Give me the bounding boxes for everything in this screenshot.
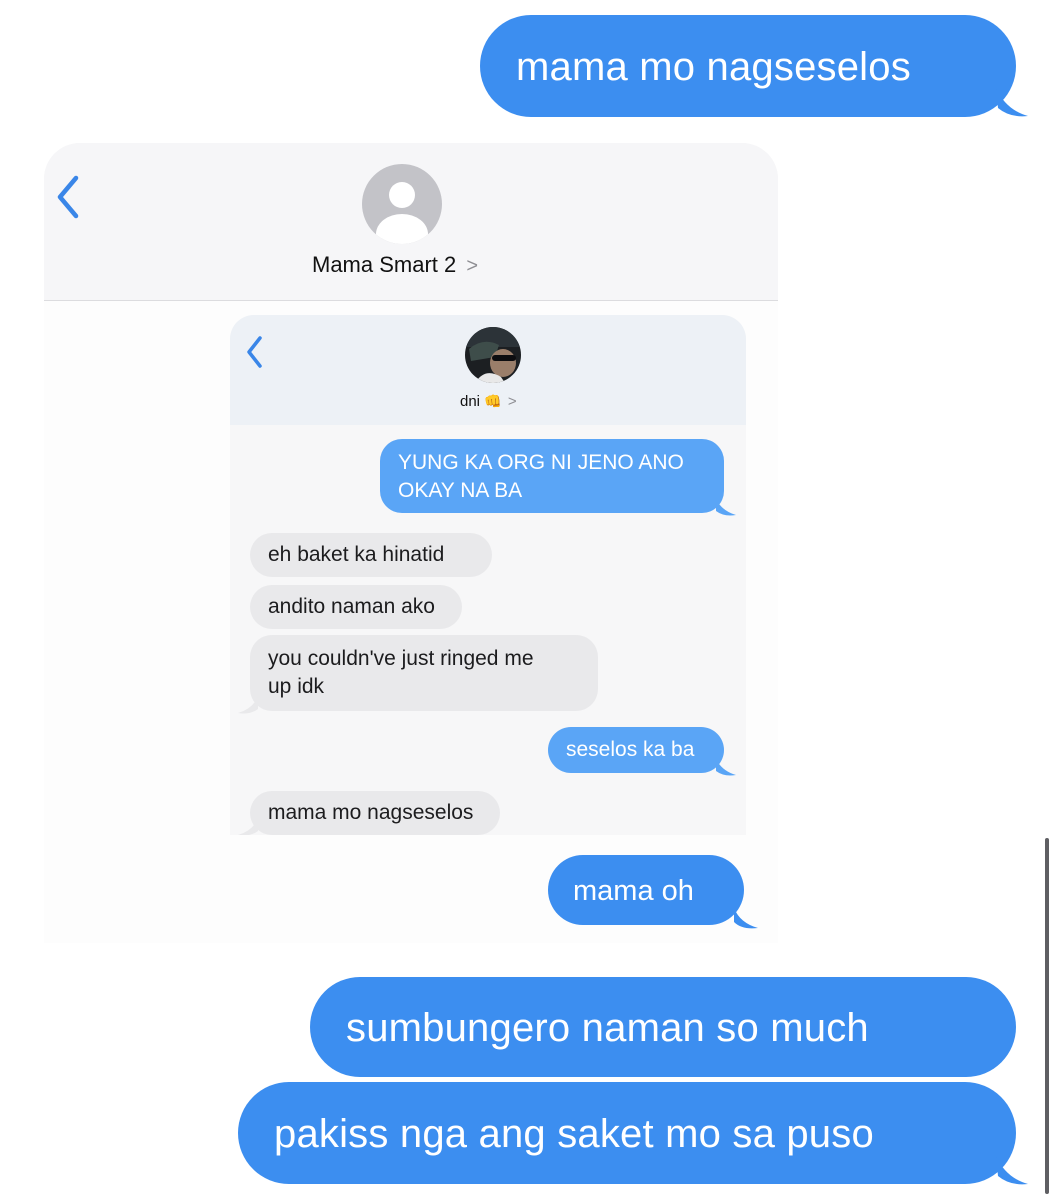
message-line: mama oh [573, 875, 694, 907]
contact-avatar-icon[interactable] [362, 164, 442, 244]
bubble-tail [716, 759, 736, 776]
outer-message-text: pakiss nga ang saket mo sa puso [274, 1112, 874, 1156]
fist-emoji-icon: 👊 [484, 393, 502, 409]
contact-name: Mama Smart 2 [312, 252, 457, 277]
outer-message-text: sumbungero naman so much [346, 1006, 869, 1050]
bubble-tail [716, 499, 736, 516]
outer-message-bubble[interactable]: pakiss nga ang saket mo sa puso [238, 1082, 1016, 1184]
message-received[interactable]: eh baket ka hinatid [250, 533, 492, 577]
screenshot-panel: Mama Smart 2 > dni 👊 > YUNG KA ORG NI JE… [44, 143, 778, 943]
message-line: YUNG KA ORG NI JENO ANO [398, 451, 684, 474]
message-line: up idk [268, 675, 325, 698]
message-line: eh baket ka hinatid [268, 543, 445, 566]
chevron-right-icon: > [466, 255, 479, 277]
contact-photo-avatar[interactable] [465, 327, 521, 383]
message-line: you couldn've just ringed me [268, 647, 534, 670]
message-received[interactable]: you couldn've just ringed me up idk [250, 635, 598, 711]
outer-message-text: mama mo nagseselos [516, 45, 911, 89]
bubble-tail [996, 88, 1028, 117]
chevron-right-icon: > [507, 393, 517, 410]
contact-name-row[interactable]: Mama Smart 2 > [312, 252, 512, 278]
inner-screenshot: dni 👊 > YUNG KA ORG NI JENO ANO OKAY NA … [230, 315, 746, 835]
message-received[interactable]: mama mo nagseselos [250, 791, 500, 835]
message-sent[interactable]: mama oh [548, 855, 744, 925]
inner-conversation-header: dni 👊 > [230, 315, 746, 425]
message-sent[interactable]: YUNG KA ORG NI JENO ANO OKAY NA BA [380, 439, 724, 513]
message-line: seselos ka ba [566, 738, 695, 761]
conversation-header: Mama Smart 2 > [44, 143, 778, 301]
bubble-tail [734, 908, 758, 929]
outer-message-bubble[interactable]: sumbungero naman so much [310, 977, 1016, 1077]
message-sent[interactable]: seselos ka ba [548, 727, 724, 773]
bubble-tail [996, 1156, 1028, 1185]
outer-message-bubble[interactable]: mama mo nagseselos [480, 15, 1016, 117]
back-chevron-icon[interactable] [54, 174, 84, 220]
bubble-tail [238, 697, 258, 714]
bubble-tail [238, 819, 258, 835]
contact-name: dni [460, 393, 481, 410]
message-received[interactable]: andito naman ako [250, 585, 462, 629]
message-line: andito naman ako [268, 595, 435, 618]
contact-name-row[interactable]: dni 👊 > [460, 393, 580, 410]
message-line: mama mo nagseselos [268, 801, 474, 824]
scrollbar[interactable] [1045, 838, 1049, 1194]
back-chevron-icon[interactable] [244, 335, 266, 369]
message-line: OKAY NA BA [398, 479, 523, 502]
